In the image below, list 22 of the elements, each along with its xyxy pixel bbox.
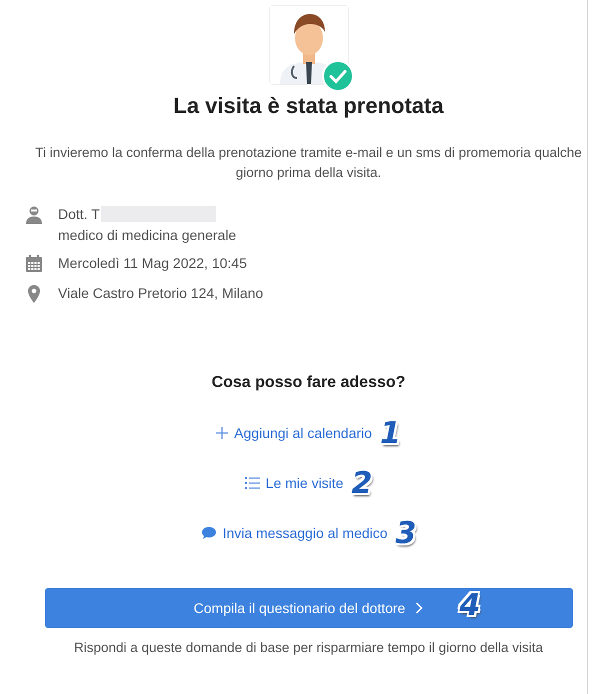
callout-number: 2: [351, 466, 372, 500]
action-link[interactable]: Le mie visite: [244, 475, 344, 491]
calendar-icon: [24, 254, 44, 274]
hint-text: Rispondi a queste domande di base per risparmiare tempo il giorno della visita: [74, 640, 543, 655]
appointment-date: Mercoledì 11 Mag 2022, 10:45: [58, 254, 247, 272]
section-heading: Cosa posso fare adesso?: [212, 374, 406, 392]
confirmation-message: Ti invieremo la conferma della prenotazione tramite e-mail e un sms di promemoria qualche giorno prima della visita.: [34, 144, 583, 182]
confirmation-title: La visita è stata prenotata: [173, 93, 444, 119]
doctor-specialty: medico di medicina generale: [58, 226, 236, 244]
doctor-name: Dott. T: [58, 205, 100, 223]
check-badge-icon: [322, 60, 354, 92]
list-icon: [244, 477, 260, 489]
callout-number: 1: [380, 416, 401, 450]
callout-number: 4: [460, 588, 480, 623]
speech-bubble-icon: [200, 526, 217, 540]
callout-number: 3: [396, 516, 416, 550]
action-link[interactable]: Invia messaggio al medico: [200, 525, 388, 541]
chevron-right-icon: [415, 602, 424, 614]
action-link[interactable]: Aggiungi al calendario: [216, 425, 372, 441]
plus-icon: [216, 427, 228, 439]
doctor-icon: [24, 205, 44, 225]
appointment-address: Viale Castro Pretorio 124, Milano: [58, 284, 264, 302]
